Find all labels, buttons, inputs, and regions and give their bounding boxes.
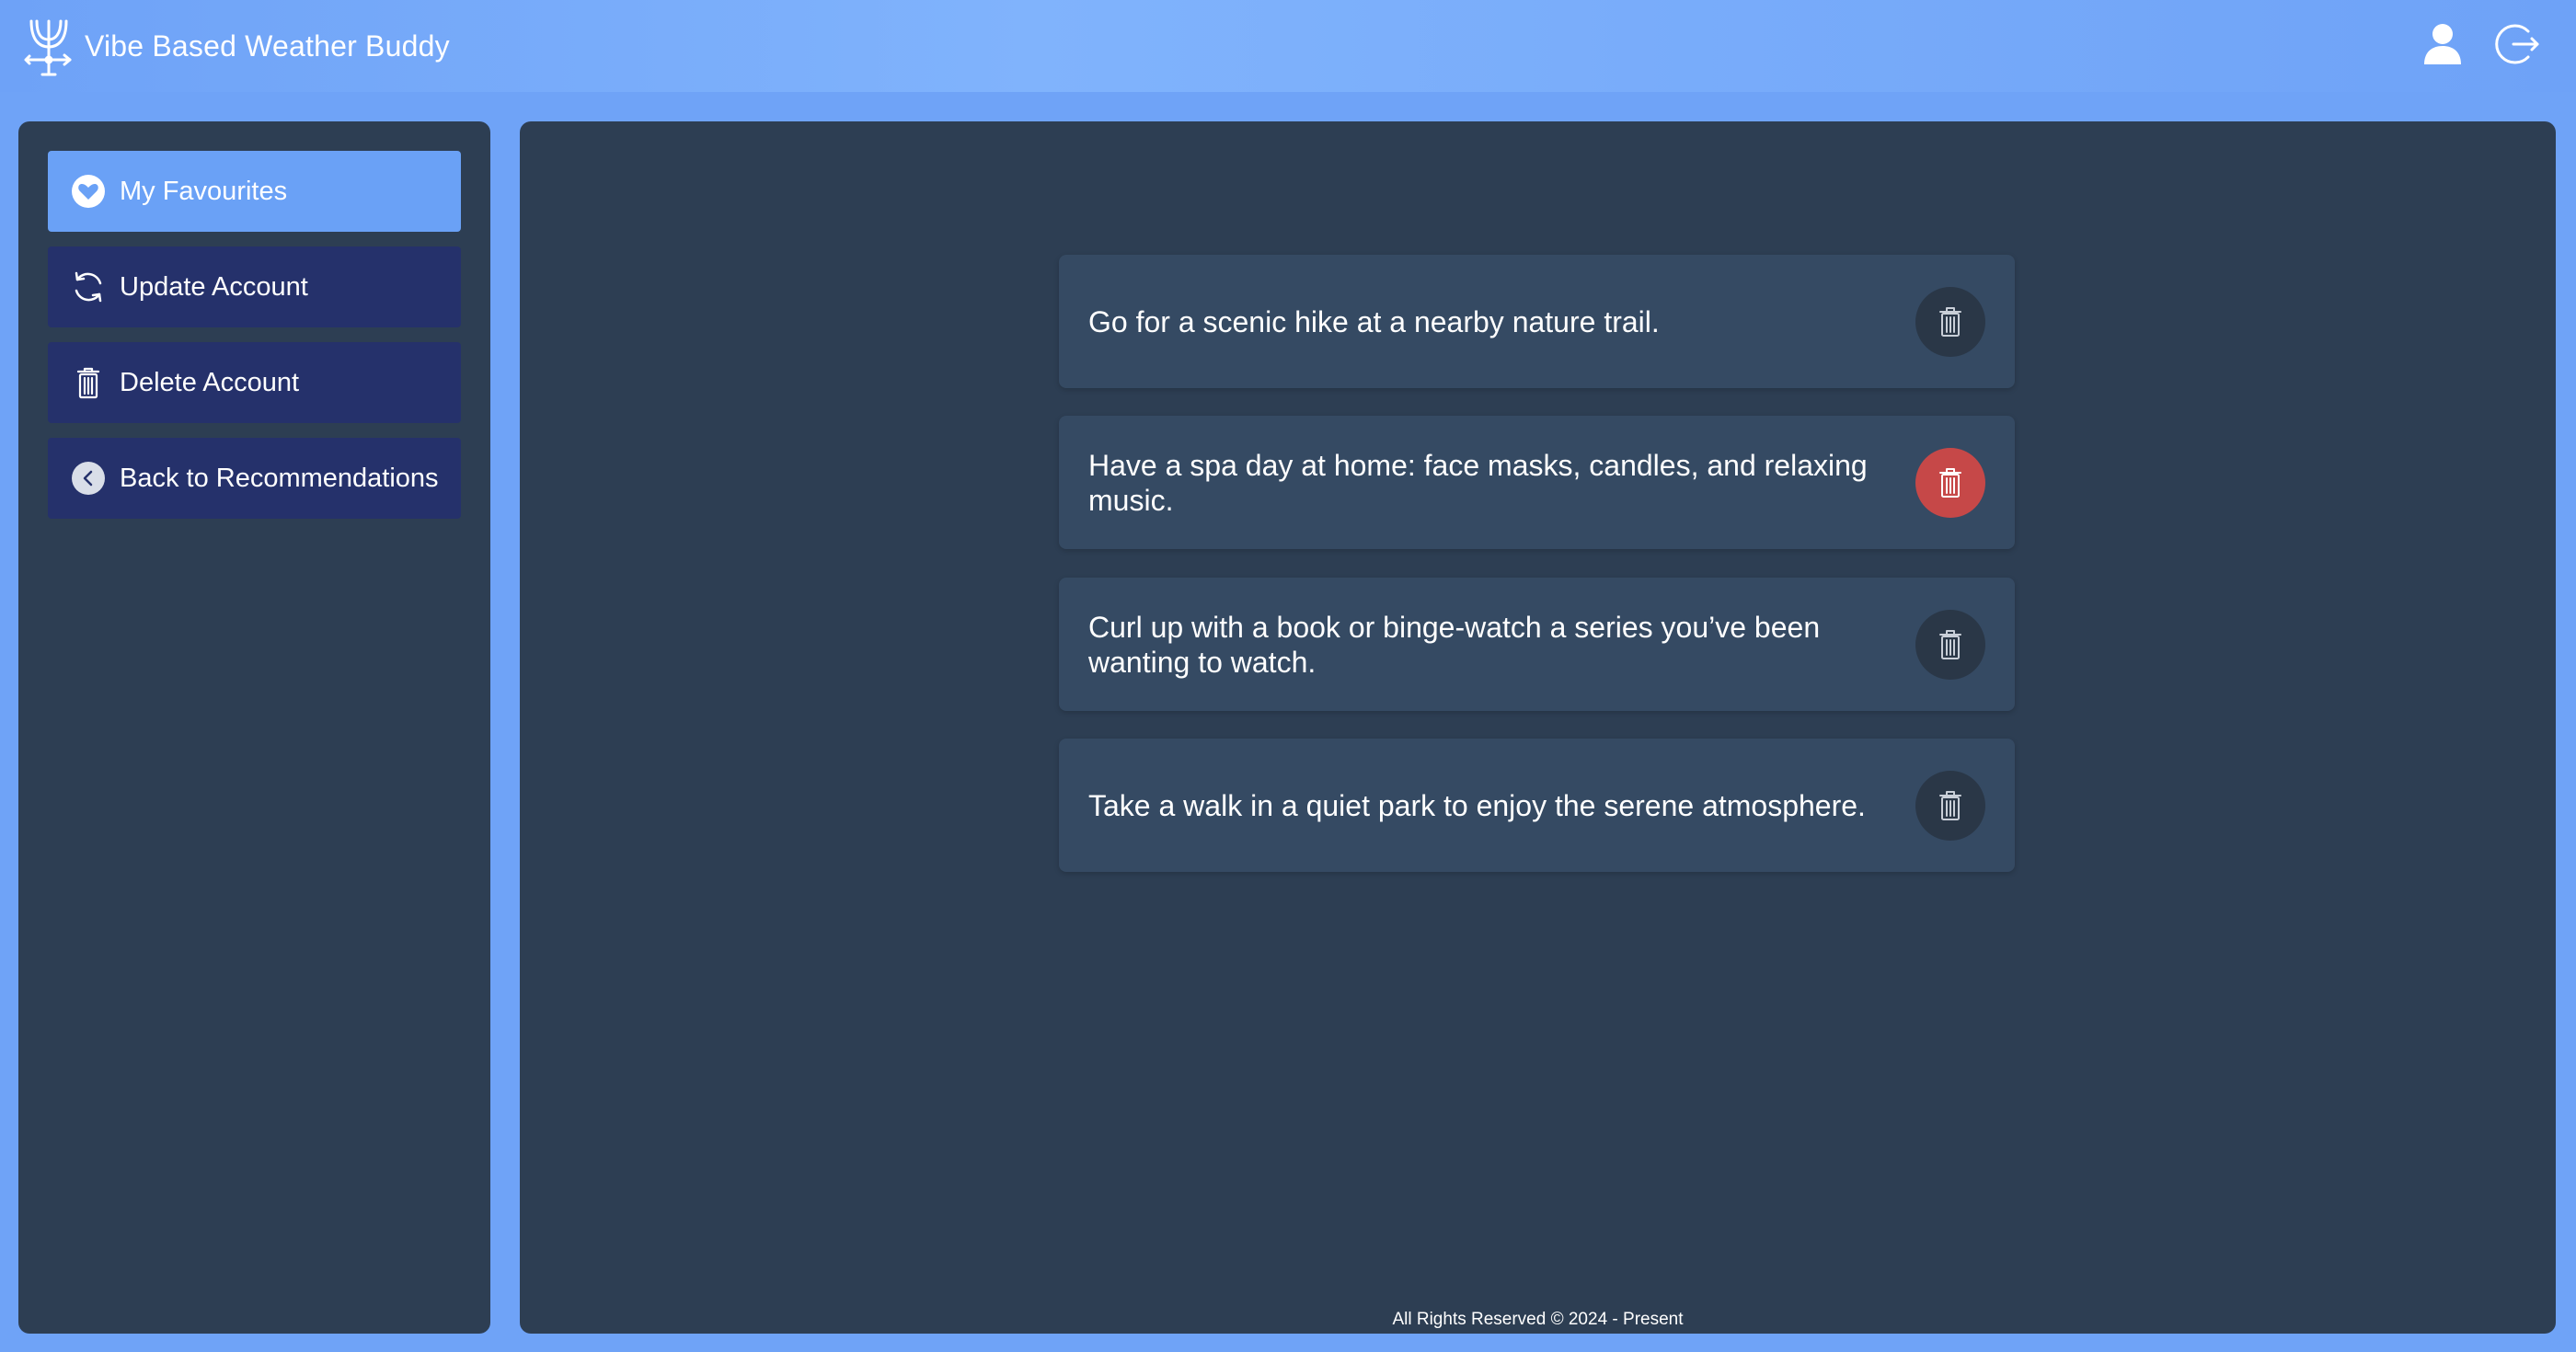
top-bar: Vibe Based Weather Buddy [0, 0, 2576, 92]
favourite-card: Go for a scenic hike at a nearby nature … [1059, 255, 2015, 388]
sidebar-item-label: My Favourites [120, 176, 288, 206]
sidebar-item-back-to-recommendations[interactable]: Back to Recommendations [48, 438, 461, 519]
sidebar-item-label: Update Account [120, 271, 308, 302]
chevron-left-icon [70, 460, 107, 497]
sidebar: My Favourites Update Account Delete Acco… [18, 121, 490, 1334]
refresh-icon [70, 269, 107, 305]
heart-icon [70, 173, 107, 210]
delete-favourite-button[interactable] [1915, 609, 1985, 680]
favourite-text: Go for a scenic hike at a nearby nature … [1088, 304, 1660, 338]
logout-icon[interactable] [2493, 20, 2539, 68]
brand[interactable]: Vibe Based Weather Buddy [22, 11, 450, 81]
sidebar-item-label: Delete Account [120, 367, 300, 397]
app-title: Vibe Based Weather Buddy [85, 29, 450, 63]
favourite-text: Have a spa day at home: face masks, cand… [1088, 448, 1868, 517]
weather-vane-icon [22, 14, 75, 78]
footer-copyright: All Rights Reserved © 2024 - Present [1392, 1310, 1684, 1329]
sidebar-item-update-account[interactable]: Update Account [48, 246, 461, 327]
delete-favourite-button[interactable] [1915, 447, 1985, 518]
sidebar-item-my-favourites[interactable]: My Favourites [48, 151, 461, 232]
trash-icon [70, 364, 107, 401]
delete-favourite-button[interactable] [1915, 286, 1985, 357]
sidebar-item-label: Back to Recommendations [120, 463, 439, 493]
sidebar-item-delete-account[interactable]: Delete Account [48, 342, 461, 423]
trash-icon [1939, 306, 1961, 337]
favourite-card: Curl up with a book or binge-watch a ser… [1059, 578, 2015, 711]
trash-icon [1939, 467, 1961, 498]
favourites-panel: Go for a scenic hike at a nearby nature … [520, 121, 2556, 1334]
favourite-text: Take a walk in a quiet park to enjoy the… [1088, 788, 1866, 822]
trash-icon [1939, 629, 1961, 659]
favourite-card: Have a spa day at home: face masks, cand… [1059, 416, 2015, 549]
favourite-card: Take a walk in a quiet park to enjoy the… [1059, 739, 2015, 872]
favourite-text: Curl up with a book or binge-watch a ser… [1088, 610, 1821, 679]
user-icon[interactable] [2420, 20, 2466, 68]
delete-favourite-button[interactable] [1915, 770, 1985, 841]
trash-icon [1939, 790, 1961, 820]
